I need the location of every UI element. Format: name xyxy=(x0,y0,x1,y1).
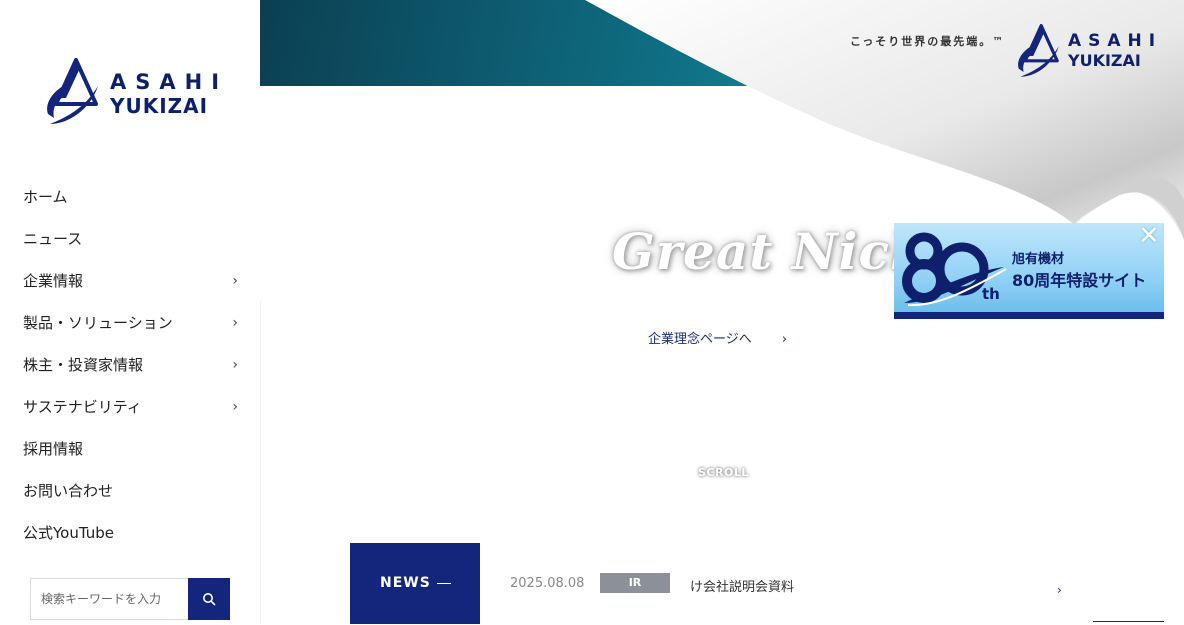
search-form xyxy=(30,578,230,620)
close-icon[interactable]: ✕ xyxy=(1138,223,1160,249)
anniversary-line2: 80周年特設サイト xyxy=(1012,271,1147,290)
hero-brand-logo[interactable]: ASAHI YUKIZAI xyxy=(1014,24,1164,80)
dash-icon xyxy=(437,583,451,584)
philosophy-link[interactable]: 企業理念ページへ › xyxy=(648,328,787,347)
chevron-right-icon[interactable]: › xyxy=(1057,583,1062,597)
sidebar-item-label: 採用情報 xyxy=(23,440,84,458)
news-label: NEWS xyxy=(380,575,431,591)
chevron-right-icon: › xyxy=(232,399,238,415)
logo-line1: ASAHI xyxy=(110,70,229,94)
news-more-edge xyxy=(1093,621,1164,625)
news-tag: IR xyxy=(600,573,670,593)
hero-tagline: こっそり世界の最先端。™ xyxy=(850,35,1006,48)
chevron-right-icon: › xyxy=(781,332,788,347)
news-date: 2025.08.08 xyxy=(510,576,585,591)
logo-mark-icon xyxy=(1018,24,1059,77)
news-section-button[interactable]: NEWS xyxy=(350,543,480,624)
sidebar-item-label: 株主・投資家情報 xyxy=(23,356,144,374)
logo-line2: YUKIZAI xyxy=(110,94,209,118)
logo-mark-icon xyxy=(47,58,98,124)
sidebar-item-news[interactable]: ニュース xyxy=(0,218,260,260)
sidebar-item-ir[interactable]: 株主・投資家情報 › xyxy=(0,344,260,386)
sidebar-item-recruit[interactable]: 採用情報 xyxy=(0,428,260,470)
search-input[interactable] xyxy=(30,578,188,620)
anniversary-suffix: th xyxy=(982,285,1000,303)
brand-logo[interactable]: ASAHI YUKIZAI xyxy=(42,58,222,128)
sidebar-item-products[interactable]: 製品・ソリューション › xyxy=(0,302,260,344)
sidebar-item-contact[interactable]: お問い合わせ xyxy=(0,470,260,512)
sidebar: ASAHI YUKIZAI ホーム ニュース 企業情報 › 製品・ソリューション… xyxy=(0,0,261,624)
sidebar-item-label: サステナビリティ xyxy=(23,398,142,416)
sidebar-item-label: ホーム xyxy=(23,188,68,206)
sidebar-item-label: 企業情報 xyxy=(23,272,84,290)
chevron-right-icon: › xyxy=(232,315,238,331)
anniversary-banner[interactable]: th 旭有機材 80周年特設サイト ✕ xyxy=(894,223,1164,319)
scroll-indicator[interactable]: SCROLL xyxy=(698,466,749,479)
sidebar-item-label: ニュース xyxy=(23,230,83,248)
sidebar-item-youtube[interactable]: 公式YouTube xyxy=(0,512,260,554)
search-button[interactable] xyxy=(188,578,230,620)
sidebar-item-label: 公式YouTube xyxy=(23,524,114,542)
anniversary-line1: 旭有機材 xyxy=(1012,252,1065,267)
sidebar-item-sustainability[interactable]: サステナビリティ › xyxy=(0,386,260,428)
sidebar-nav: ホーム ニュース 企業情報 › 製品・ソリューション › 株主・投資家情報 › … xyxy=(0,176,260,554)
banner-stripe xyxy=(894,312,1164,319)
sidebar-item-label: 製品・ソリューション xyxy=(23,314,173,332)
chevron-right-icon: › xyxy=(232,357,238,373)
chevron-right-icon: › xyxy=(232,273,238,289)
philosophy-link-label: 企業理念ページへ xyxy=(648,332,752,347)
hero-logo-line1: ASAHI xyxy=(1068,31,1163,51)
sidebar-item-home[interactable]: ホーム xyxy=(0,176,260,218)
hero-logo-line2: YUKIZAI xyxy=(1068,51,1141,70)
sidebar-item-label: お問い合わせ xyxy=(23,482,114,500)
sidebar-item-company[interactable]: 企業情報 › xyxy=(0,260,260,302)
search-icon xyxy=(203,593,216,606)
news-title-link[interactable]: け会社説明会資料 xyxy=(690,576,794,595)
